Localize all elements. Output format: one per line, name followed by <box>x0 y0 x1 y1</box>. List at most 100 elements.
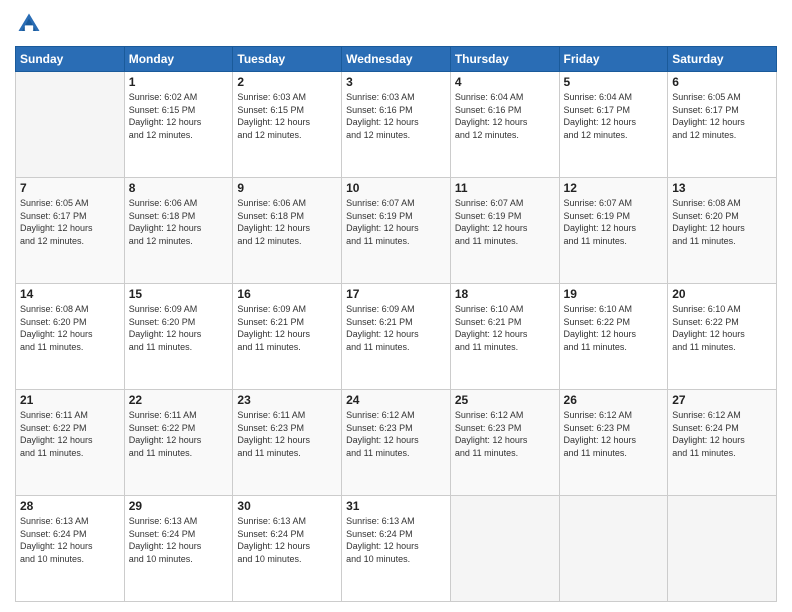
day-number: 2 <box>237 75 337 89</box>
day-number: 14 <box>20 287 120 301</box>
calendar-day-cell: 2 Sunrise: 6:03 AM Sunset: 6:15 PM Daylig… <box>233 72 342 178</box>
day-info: Sunrise: 6:11 AM Sunset: 6:22 PM Dayligh… <box>20 409 120 459</box>
day-number: 31 <box>346 499 446 513</box>
calendar-day-cell <box>668 496 777 602</box>
day-info: Sunrise: 6:05 AM Sunset: 6:17 PM Dayligh… <box>672 91 772 141</box>
day-number: 6 <box>672 75 772 89</box>
calendar-day-cell: 5 Sunrise: 6:04 AM Sunset: 6:17 PM Daylig… <box>559 72 668 178</box>
day-info: Sunrise: 6:07 AM Sunset: 6:19 PM Dayligh… <box>564 197 664 247</box>
day-info: Sunrise: 6:10 AM Sunset: 6:22 PM Dayligh… <box>564 303 664 353</box>
day-info: Sunrise: 6:11 AM Sunset: 6:22 PM Dayligh… <box>129 409 229 459</box>
day-info: Sunrise: 6:02 AM Sunset: 6:15 PM Dayligh… <box>129 91 229 141</box>
header <box>15 10 777 38</box>
weekday-header-thursday: Thursday <box>450 47 559 72</box>
calendar-day-cell: 26Sunrise: 6:12 AM Sunset: 6:23 PM Dayli… <box>559 390 668 496</box>
day-info: Sunrise: 6:12 AM Sunset: 6:24 PM Dayligh… <box>672 409 772 459</box>
day-number: 15 <box>129 287 229 301</box>
weekday-header-saturday: Saturday <box>668 47 777 72</box>
day-info: Sunrise: 6:11 AM Sunset: 6:23 PM Dayligh… <box>237 409 337 459</box>
calendar-day-cell: 19 Sunrise: 6:10 AM Sunset: 6:22 PM Dayli… <box>559 284 668 390</box>
day-info: Sunrise: 6:09 AM Sunset: 6:21 PM Dayligh… <box>346 303 446 353</box>
day-number: 5 <box>564 75 664 89</box>
day-info: Sunrise: 6:12 AM Sunset: 6:23 PM Dayligh… <box>346 409 446 459</box>
calendar-week-row: 14Sunrise: 6:08 AM Sunset: 6:20 PM Dayli… <box>16 284 777 390</box>
calendar-day-cell: 11 Sunrise: 6:07 AM Sunset: 6:19 PM Dayli… <box>450 178 559 284</box>
calendar-day-cell: 14Sunrise: 6:08 AM Sunset: 6:20 PM Dayli… <box>16 284 125 390</box>
calendar-day-cell: 12 Sunrise: 6:07 AM Sunset: 6:19 PM Dayli… <box>559 178 668 284</box>
day-number: 22 <box>129 393 229 407</box>
day-info: Sunrise: 6:09 AM Sunset: 6:20 PM Dayligh… <box>129 303 229 353</box>
page: SundayMondayTuesdayWednesdayThursdayFrid… <box>0 0 792 612</box>
calendar-day-cell: 15 Sunrise: 6:09 AM Sunset: 6:20 PM Dayli… <box>124 284 233 390</box>
day-number: 11 <box>455 181 555 195</box>
calendar-day-cell: 24 Sunrise: 6:12 AM Sunset: 6:23 PM Dayli… <box>342 390 451 496</box>
weekday-header-friday: Friday <box>559 47 668 72</box>
day-number: 19 <box>564 287 664 301</box>
calendar-day-cell: 29 Sunrise: 6:13 AM Sunset: 6:24 PM Dayli… <box>124 496 233 602</box>
calendar-week-row: 28 Sunrise: 6:13 AM Sunset: 6:24 PM Dayli… <box>16 496 777 602</box>
day-info: Sunrise: 6:13 AM Sunset: 6:24 PM Dayligh… <box>20 515 120 565</box>
calendar-day-cell: 13Sunrise: 6:08 AM Sunset: 6:20 PM Dayli… <box>668 178 777 284</box>
weekday-header-row: SundayMondayTuesdayWednesdayThursdayFrid… <box>16 47 777 72</box>
calendar-day-cell <box>16 72 125 178</box>
day-info: Sunrise: 6:10 AM Sunset: 6:21 PM Dayligh… <box>455 303 555 353</box>
calendar-week-row: 21 Sunrise: 6:11 AM Sunset: 6:22 PM Dayli… <box>16 390 777 496</box>
day-info: Sunrise: 6:12 AM Sunset: 6:23 PM Dayligh… <box>564 409 664 459</box>
day-number: 9 <box>237 181 337 195</box>
day-number: 25 <box>455 393 555 407</box>
day-number: 8 <box>129 181 229 195</box>
calendar-day-cell: 6 Sunrise: 6:05 AM Sunset: 6:17 PM Daylig… <box>668 72 777 178</box>
calendar-day-cell: 30Sunrise: 6:13 AM Sunset: 6:24 PM Dayli… <box>233 496 342 602</box>
day-number: 4 <box>455 75 555 89</box>
day-info: Sunrise: 6:03 AM Sunset: 6:15 PM Dayligh… <box>237 91 337 141</box>
calendar-table: SundayMondayTuesdayWednesdayThursdayFrid… <box>15 46 777 602</box>
calendar-day-cell: 18 Sunrise: 6:10 AM Sunset: 6:21 PM Dayli… <box>450 284 559 390</box>
calendar-day-cell: 8 Sunrise: 6:06 AM Sunset: 6:18 PM Daylig… <box>124 178 233 284</box>
weekday-header-wednesday: Wednesday <box>342 47 451 72</box>
calendar-day-cell <box>450 496 559 602</box>
day-info: Sunrise: 6:13 AM Sunset: 6:24 PM Dayligh… <box>129 515 229 565</box>
day-number: 27 <box>672 393 772 407</box>
logo <box>15 10 47 38</box>
calendar-day-cell: 16 Sunrise: 6:09 AM Sunset: 6:21 PM Dayli… <box>233 284 342 390</box>
day-number: 29 <box>129 499 229 513</box>
calendar-day-cell: 3Sunrise: 6:03 AM Sunset: 6:16 PM Daylig… <box>342 72 451 178</box>
calendar-week-row: 7 Sunrise: 6:05 AM Sunset: 6:17 PM Daylig… <box>16 178 777 284</box>
day-info: Sunrise: 6:06 AM Sunset: 6:18 PM Dayligh… <box>129 197 229 247</box>
day-info: Sunrise: 6:05 AM Sunset: 6:17 PM Dayligh… <box>20 197 120 247</box>
calendar-day-cell: 23 Sunrise: 6:11 AM Sunset: 6:23 PM Dayli… <box>233 390 342 496</box>
calendar-day-cell: 20Sunrise: 6:10 AM Sunset: 6:22 PM Dayli… <box>668 284 777 390</box>
day-number: 17 <box>346 287 446 301</box>
day-info: Sunrise: 6:03 AM Sunset: 6:16 PM Dayligh… <box>346 91 446 141</box>
weekday-header-monday: Monday <box>124 47 233 72</box>
day-number: 30 <box>237 499 337 513</box>
calendar-day-cell: 31 Sunrise: 6:13 AM Sunset: 6:24 PM Dayli… <box>342 496 451 602</box>
day-number: 18 <box>455 287 555 301</box>
day-info: Sunrise: 6:13 AM Sunset: 6:24 PM Dayligh… <box>346 515 446 565</box>
day-number: 21 <box>20 393 120 407</box>
calendar-week-row: 1 Sunrise: 6:02 AM Sunset: 6:15 PM Daylig… <box>16 72 777 178</box>
calendar-day-cell: 21 Sunrise: 6:11 AM Sunset: 6:22 PM Dayli… <box>16 390 125 496</box>
calendar-day-cell <box>559 496 668 602</box>
day-number: 28 <box>20 499 120 513</box>
calendar-day-cell: 27 Sunrise: 6:12 AM Sunset: 6:24 PM Dayli… <box>668 390 777 496</box>
day-number: 24 <box>346 393 446 407</box>
day-info: Sunrise: 6:10 AM Sunset: 6:22 PM Dayligh… <box>672 303 772 353</box>
calendar-day-cell: 25 Sunrise: 6:12 AM Sunset: 6:23 PM Dayli… <box>450 390 559 496</box>
day-info: Sunrise: 6:12 AM Sunset: 6:23 PM Dayligh… <box>455 409 555 459</box>
day-number: 1 <box>129 75 229 89</box>
day-number: 7 <box>20 181 120 195</box>
calendar-day-cell: 28 Sunrise: 6:13 AM Sunset: 6:24 PM Dayli… <box>16 496 125 602</box>
day-info: Sunrise: 6:04 AM Sunset: 6:17 PM Dayligh… <box>564 91 664 141</box>
weekday-header-tuesday: Tuesday <box>233 47 342 72</box>
day-number: 16 <box>237 287 337 301</box>
calendar-day-cell: 22 Sunrise: 6:11 AM Sunset: 6:22 PM Dayli… <box>124 390 233 496</box>
day-number: 12 <box>564 181 664 195</box>
calendar-day-cell: 17 Sunrise: 6:09 AM Sunset: 6:21 PM Dayli… <box>342 284 451 390</box>
day-number: 23 <box>237 393 337 407</box>
calendar-day-cell: 9Sunrise: 6:06 AM Sunset: 6:18 PM Daylig… <box>233 178 342 284</box>
day-info: Sunrise: 6:09 AM Sunset: 6:21 PM Dayligh… <box>237 303 337 353</box>
day-number: 10 <box>346 181 446 195</box>
calendar-day-cell: 7 Sunrise: 6:05 AM Sunset: 6:17 PM Daylig… <box>16 178 125 284</box>
day-info: Sunrise: 6:07 AM Sunset: 6:19 PM Dayligh… <box>455 197 555 247</box>
